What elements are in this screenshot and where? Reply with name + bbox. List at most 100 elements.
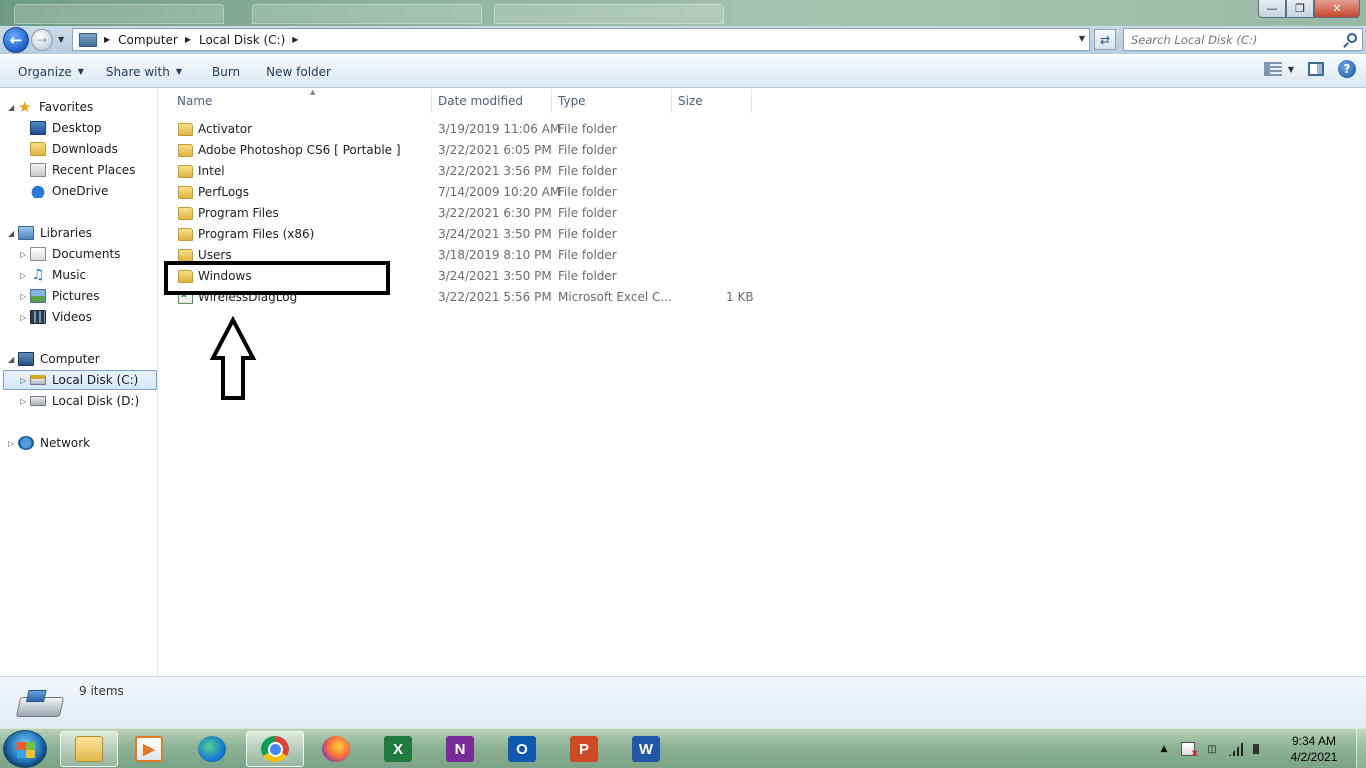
column-header-name[interactable]: Name ▲ xyxy=(171,88,432,113)
nav-computer-label: Computer xyxy=(40,352,100,366)
back-button[interactable]: ← xyxy=(3,27,29,53)
chevron-right-icon[interactable]: ▶ xyxy=(185,35,191,44)
action-center-flag-icon[interactable] xyxy=(1181,742,1198,759)
taskbar-chrome[interactable] xyxy=(246,731,304,767)
collapsed-arrow-icon[interactable]: ▷ xyxy=(20,397,30,406)
nav-downloads[interactable]: Downloads xyxy=(30,139,118,159)
show-hidden-icons-icon[interactable]: ▲ xyxy=(1157,742,1171,756)
system-clock[interactable]: 9:34 AM 4/2/2021 xyxy=(1280,733,1348,765)
breadcrumb-computer[interactable]: Computer xyxy=(118,33,178,47)
speaker-volume-icon[interactable] xyxy=(1253,744,1265,754)
change-view-icon[interactable] xyxy=(1263,62,1282,76)
nav-recent-places[interactable]: Recent Places xyxy=(30,160,135,180)
media-player-icon: ▶ xyxy=(135,736,163,762)
file-explorer-icon xyxy=(75,736,103,762)
nav-network[interactable]: ▷ Network xyxy=(8,433,90,453)
table-row[interactable]: Adobe Photoshop CS6 [ Portable ] 3/22/202… xyxy=(171,140,771,161)
collapsed-arrow-icon[interactable]: ▷ xyxy=(20,250,30,259)
table-row[interactable]: Activator 3/19/2019 11:06 AM File folder xyxy=(171,119,771,140)
collapsed-arrow-icon[interactable]: ▷ xyxy=(20,376,30,385)
nav-desktop[interactable]: Desktop xyxy=(30,118,102,138)
table-row[interactable]: PerfLogs 7/14/2009 10:20 AM File folder xyxy=(171,182,771,203)
minimize-button[interactable]: — xyxy=(1258,0,1286,18)
search-icon[interactable] xyxy=(1347,33,1357,43)
nav-libraries[interactable]: ◢ Libraries xyxy=(8,223,92,243)
file-type: File folder xyxy=(558,248,617,262)
nav-local-disk-d[interactable]: ▷ Local Disk (D:) xyxy=(20,391,139,411)
desktop-icon xyxy=(30,121,46,135)
column-header-type[interactable]: Type xyxy=(552,89,672,113)
file-type: File folder xyxy=(558,185,617,199)
refresh-button[interactable]: ⇄ xyxy=(1094,29,1116,50)
expand-arrow-icon[interactable]: ◢ xyxy=(8,355,18,364)
nav-computer[interactable]: ◢ Computer xyxy=(8,349,100,369)
column-header-size[interactable]: Size xyxy=(672,89,752,113)
taskbar-explorer[interactable] xyxy=(60,731,118,767)
show-desktop-button[interactable] xyxy=(1356,729,1366,768)
taskbar-firefox[interactable] xyxy=(307,731,365,767)
start-button[interactable] xyxy=(3,730,47,768)
taskbar-outlook[interactable]: O xyxy=(493,731,551,767)
nav-pictures[interactable]: ▷ Pictures xyxy=(20,286,100,306)
close-button[interactable]: ✕ xyxy=(1314,0,1360,18)
table-row[interactable]: Intel 3/22/2021 3:56 PM File folder xyxy=(171,161,771,182)
taskbar-word[interactable]: W xyxy=(617,731,675,767)
signal-bars-icon[interactable] xyxy=(1229,742,1243,756)
expand-arrow-icon[interactable]: ◢ xyxy=(8,103,18,112)
preview-pane-icon[interactable] xyxy=(1308,62,1324,76)
taskbar-onenote[interactable]: N xyxy=(431,731,489,767)
chevron-right-icon[interactable]: ▶ xyxy=(104,35,110,44)
collapsed-arrow-icon[interactable]: ▷ xyxy=(20,313,30,322)
column-date-label: Date modified xyxy=(438,94,524,108)
address-bar[interactable]: ▶ Computer ▶ Local Disk (C:) ▶ ▼ xyxy=(72,28,1090,51)
taskbar-powerpoint[interactable]: P xyxy=(555,731,613,767)
nav-favorites[interactable]: ◢ ★ Favorites xyxy=(8,97,93,117)
search-input[interactable] xyxy=(1131,32,1331,47)
share-with-button[interactable]: Share with ▼ xyxy=(97,60,191,84)
usb-device-icon[interactable]: ◫ xyxy=(1205,742,1219,756)
star-icon: ★ xyxy=(18,98,32,116)
documents-icon xyxy=(30,247,46,261)
folder-icon xyxy=(178,186,193,199)
recent-pages-dropdown[interactable]: ▼ xyxy=(58,35,64,44)
search-box[interactable] xyxy=(1123,28,1363,51)
collapsed-arrow-icon[interactable]: ▷ xyxy=(20,292,30,301)
column-header-date-modified[interactable]: Date modified xyxy=(432,89,552,113)
file-name: Activator xyxy=(198,122,253,136)
column-name-label: Name xyxy=(177,94,213,108)
nav-documents[interactable]: ▷ Documents xyxy=(20,244,120,264)
file-type: File folder xyxy=(558,269,617,283)
chevron-down-icon: ▼ xyxy=(77,67,84,76)
nav-videos[interactable]: ▷ Videos xyxy=(20,307,92,327)
nav-desktop-label: Desktop xyxy=(52,121,102,135)
chevron-down-icon[interactable]: ▼ xyxy=(1288,65,1294,74)
table-row[interactable]: Program Files 3/22/2021 6:30 PM File folde… xyxy=(171,203,771,224)
nav-onedrive[interactable]: OneDrive xyxy=(30,181,108,201)
file-type: File folder xyxy=(558,206,617,220)
nav-libraries-label: Libraries xyxy=(40,226,92,240)
organize-button[interactable]: Organize ▼ xyxy=(9,60,93,84)
chevron-down-icon[interactable]: ▼ xyxy=(1079,34,1085,43)
taskbar-excel[interactable]: X xyxy=(369,731,427,767)
folder-icon xyxy=(178,123,193,136)
maximize-button[interactable]: ❐ xyxy=(1286,0,1314,18)
table-row[interactable]: Program Files (x86) 3/24/2021 3:50 PM File… xyxy=(171,224,771,245)
expand-arrow-icon[interactable]: ◢ xyxy=(8,229,18,238)
folder-icon xyxy=(178,228,193,241)
nav-music[interactable]: ▷ ♫ Music xyxy=(20,265,86,285)
minimize-icon: — xyxy=(1266,2,1278,15)
taskbar-media-player[interactable]: ▶ xyxy=(120,731,178,767)
breadcrumb-local-disk-c[interactable]: Local Disk (C:) xyxy=(199,33,285,47)
chevron-right-icon[interactable]: ▶ xyxy=(292,35,298,44)
help-icon[interactable]: ? xyxy=(1338,60,1356,78)
nav-local-disk-c[interactable]: ▷ Local Disk (C:) xyxy=(3,370,157,390)
forward-button[interactable]: → xyxy=(31,29,53,51)
file-type: File folder xyxy=(558,122,617,136)
file-date-modified: 3/19/2019 11:06 AM xyxy=(438,122,561,136)
column-type-label: Type xyxy=(558,94,586,108)
collapsed-arrow-icon[interactable]: ▷ xyxy=(20,271,30,280)
taskbar-edge[interactable] xyxy=(183,731,241,767)
burn-button[interactable]: Burn xyxy=(203,60,249,84)
collapsed-arrow-icon[interactable]: ▷ xyxy=(8,439,18,448)
new-folder-button[interactable]: New folder xyxy=(257,60,340,84)
